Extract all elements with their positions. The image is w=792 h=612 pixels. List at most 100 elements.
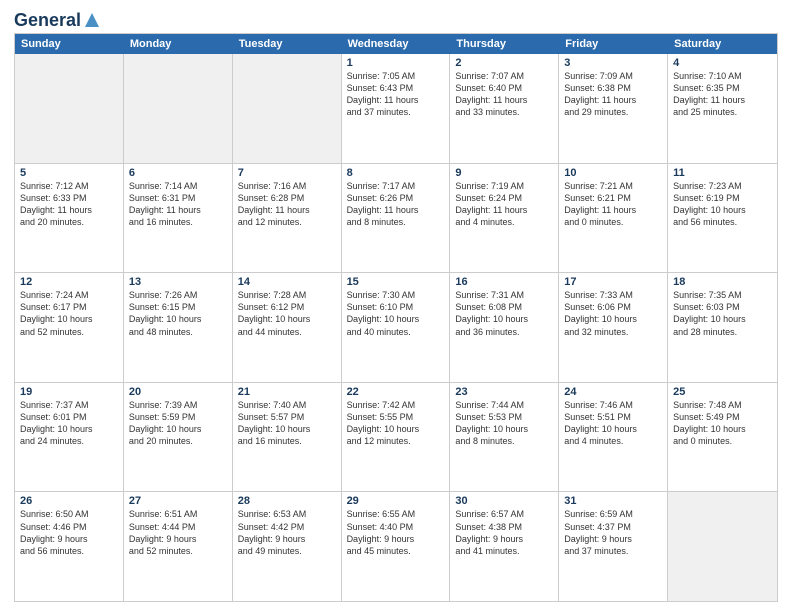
calendar-cell: 20Sunrise: 7:39 AM Sunset: 5:59 PM Dayli… [124,383,233,492]
day-info: Sunrise: 7:16 AM Sunset: 6:28 PM Dayligh… [238,180,336,229]
calendar-cell: 29Sunrise: 6:55 AM Sunset: 4:40 PM Dayli… [342,492,451,601]
day-info: Sunrise: 7:37 AM Sunset: 6:01 PM Dayligh… [20,399,118,448]
calendar-cell: 13Sunrise: 7:26 AM Sunset: 6:15 PM Dayli… [124,273,233,382]
day-info: Sunrise: 7:19 AM Sunset: 6:24 PM Dayligh… [455,180,553,229]
calendar-row-2: 12Sunrise: 7:24 AM Sunset: 6:17 PM Dayli… [15,273,777,383]
calendar-cell: 17Sunrise: 7:33 AM Sunset: 6:06 PM Dayli… [559,273,668,382]
day-info: Sunrise: 6:51 AM Sunset: 4:44 PM Dayligh… [129,508,227,557]
calendar-cell: 27Sunrise: 6:51 AM Sunset: 4:44 PM Dayli… [124,492,233,601]
day-number: 27 [129,495,227,507]
day-number: 4 [673,57,772,69]
day-info: Sunrise: 7:46 AM Sunset: 5:51 PM Dayligh… [564,399,662,448]
calendar-cell: 7Sunrise: 7:16 AM Sunset: 6:28 PM Daylig… [233,164,342,273]
page: General SundayMondayTuesdayWednesdayThur… [0,0,792,612]
day-number: 23 [455,386,553,398]
header-day-sunday: Sunday [15,34,124,54]
header-day-wednesday: Wednesday [342,34,451,54]
header-day-saturday: Saturday [668,34,777,54]
calendar-row-4: 26Sunrise: 6:50 AM Sunset: 4:46 PM Dayli… [15,492,777,601]
day-info: Sunrise: 7:35 AM Sunset: 6:03 PM Dayligh… [673,289,772,338]
day-info: Sunrise: 7:09 AM Sunset: 6:38 PM Dayligh… [564,70,662,119]
day-number: 3 [564,57,662,69]
day-number: 11 [673,167,772,179]
calendar-cell: 4Sunrise: 7:10 AM Sunset: 6:35 PM Daylig… [668,54,777,163]
calendar-row-1: 5Sunrise: 7:12 AM Sunset: 6:33 PM Daylig… [15,164,777,274]
calendar-cell: 10Sunrise: 7:21 AM Sunset: 6:21 PM Dayli… [559,164,668,273]
header-day-thursday: Thursday [450,34,559,54]
calendar-cell: 25Sunrise: 7:48 AM Sunset: 5:49 PM Dayli… [668,383,777,492]
calendar-cell: 21Sunrise: 7:40 AM Sunset: 5:57 PM Dayli… [233,383,342,492]
calendar-cell: 5Sunrise: 7:12 AM Sunset: 6:33 PM Daylig… [15,164,124,273]
day-number: 6 [129,167,227,179]
calendar-cell [124,54,233,163]
day-info: Sunrise: 6:50 AM Sunset: 4:46 PM Dayligh… [20,508,118,557]
day-number: 1 [347,57,445,69]
day-info: Sunrise: 7:42 AM Sunset: 5:55 PM Dayligh… [347,399,445,448]
day-info: Sunrise: 7:31 AM Sunset: 6:08 PM Dayligh… [455,289,553,338]
header-day-friday: Friday [559,34,668,54]
day-number: 29 [347,495,445,507]
day-info: Sunrise: 7:17 AM Sunset: 6:26 PM Dayligh… [347,180,445,229]
day-info: Sunrise: 6:57 AM Sunset: 4:38 PM Dayligh… [455,508,553,557]
day-info: Sunrise: 7:23 AM Sunset: 6:19 PM Dayligh… [673,180,772,229]
header-day-tuesday: Tuesday [233,34,342,54]
day-number: 15 [347,276,445,288]
day-number: 7 [238,167,336,179]
day-info: Sunrise: 7:33 AM Sunset: 6:06 PM Dayligh… [564,289,662,338]
day-number: 17 [564,276,662,288]
day-number: 16 [455,276,553,288]
calendar-cell [15,54,124,163]
day-number: 14 [238,276,336,288]
day-number: 5 [20,167,118,179]
calendar-row-3: 19Sunrise: 7:37 AM Sunset: 6:01 PM Dayli… [15,383,777,493]
calendar-cell: 9Sunrise: 7:19 AM Sunset: 6:24 PM Daylig… [450,164,559,273]
calendar-cell: 8Sunrise: 7:17 AM Sunset: 6:26 PM Daylig… [342,164,451,273]
calendar-cell [668,492,777,601]
day-info: Sunrise: 7:12 AM Sunset: 6:33 PM Dayligh… [20,180,118,229]
day-info: Sunrise: 6:55 AM Sunset: 4:40 PM Dayligh… [347,508,445,557]
logo-arrow-icon [83,11,101,29]
calendar-cell: 11Sunrise: 7:23 AM Sunset: 6:19 PM Dayli… [668,164,777,273]
calendar-cell: 19Sunrise: 7:37 AM Sunset: 6:01 PM Dayli… [15,383,124,492]
calendar-cell: 30Sunrise: 6:57 AM Sunset: 4:38 PM Dayli… [450,492,559,601]
calendar-cell: 3Sunrise: 7:09 AM Sunset: 6:38 PM Daylig… [559,54,668,163]
day-number: 21 [238,386,336,398]
day-number: 10 [564,167,662,179]
calendar-cell: 16Sunrise: 7:31 AM Sunset: 6:08 PM Dayli… [450,273,559,382]
day-number: 9 [455,167,553,179]
calendar-header: SundayMondayTuesdayWednesdayThursdayFrid… [15,34,777,54]
day-info: Sunrise: 6:59 AM Sunset: 4:37 PM Dayligh… [564,508,662,557]
day-info: Sunrise: 7:48 AM Sunset: 5:49 PM Dayligh… [673,399,772,448]
day-number: 31 [564,495,662,507]
calendar-cell: 15Sunrise: 7:30 AM Sunset: 6:10 PM Dayli… [342,273,451,382]
day-info: Sunrise: 6:53 AM Sunset: 4:42 PM Dayligh… [238,508,336,557]
day-number: 8 [347,167,445,179]
calendar-body: 1Sunrise: 7:05 AM Sunset: 6:43 PM Daylig… [15,54,777,601]
calendar-cell: 12Sunrise: 7:24 AM Sunset: 6:17 PM Dayli… [15,273,124,382]
day-info: Sunrise: 7:14 AM Sunset: 6:31 PM Dayligh… [129,180,227,229]
day-info: Sunrise: 7:40 AM Sunset: 5:57 PM Dayligh… [238,399,336,448]
calendar-cell: 26Sunrise: 6:50 AM Sunset: 4:46 PM Dayli… [15,492,124,601]
day-number: 18 [673,276,772,288]
day-number: 28 [238,495,336,507]
calendar-cell [233,54,342,163]
calendar-cell: 2Sunrise: 7:07 AM Sunset: 6:40 PM Daylig… [450,54,559,163]
day-number: 25 [673,386,772,398]
day-number: 19 [20,386,118,398]
day-number: 12 [20,276,118,288]
calendar-cell: 1Sunrise: 7:05 AM Sunset: 6:43 PM Daylig… [342,54,451,163]
calendar-cell: 31Sunrise: 6:59 AM Sunset: 4:37 PM Dayli… [559,492,668,601]
day-info: Sunrise: 7:10 AM Sunset: 6:35 PM Dayligh… [673,70,772,119]
day-info: Sunrise: 7:26 AM Sunset: 6:15 PM Dayligh… [129,289,227,338]
day-info: Sunrise: 7:21 AM Sunset: 6:21 PM Dayligh… [564,180,662,229]
calendar-cell: 24Sunrise: 7:46 AM Sunset: 5:51 PM Dayli… [559,383,668,492]
logo-line: General [14,10,101,31]
day-info: Sunrise: 7:05 AM Sunset: 6:43 PM Dayligh… [347,70,445,119]
logo: General [14,10,101,27]
calendar-cell: 22Sunrise: 7:42 AM Sunset: 5:55 PM Dayli… [342,383,451,492]
day-number: 26 [20,495,118,507]
day-number: 24 [564,386,662,398]
day-number: 2 [455,57,553,69]
day-info: Sunrise: 7:30 AM Sunset: 6:10 PM Dayligh… [347,289,445,338]
day-info: Sunrise: 7:28 AM Sunset: 6:12 PM Dayligh… [238,289,336,338]
